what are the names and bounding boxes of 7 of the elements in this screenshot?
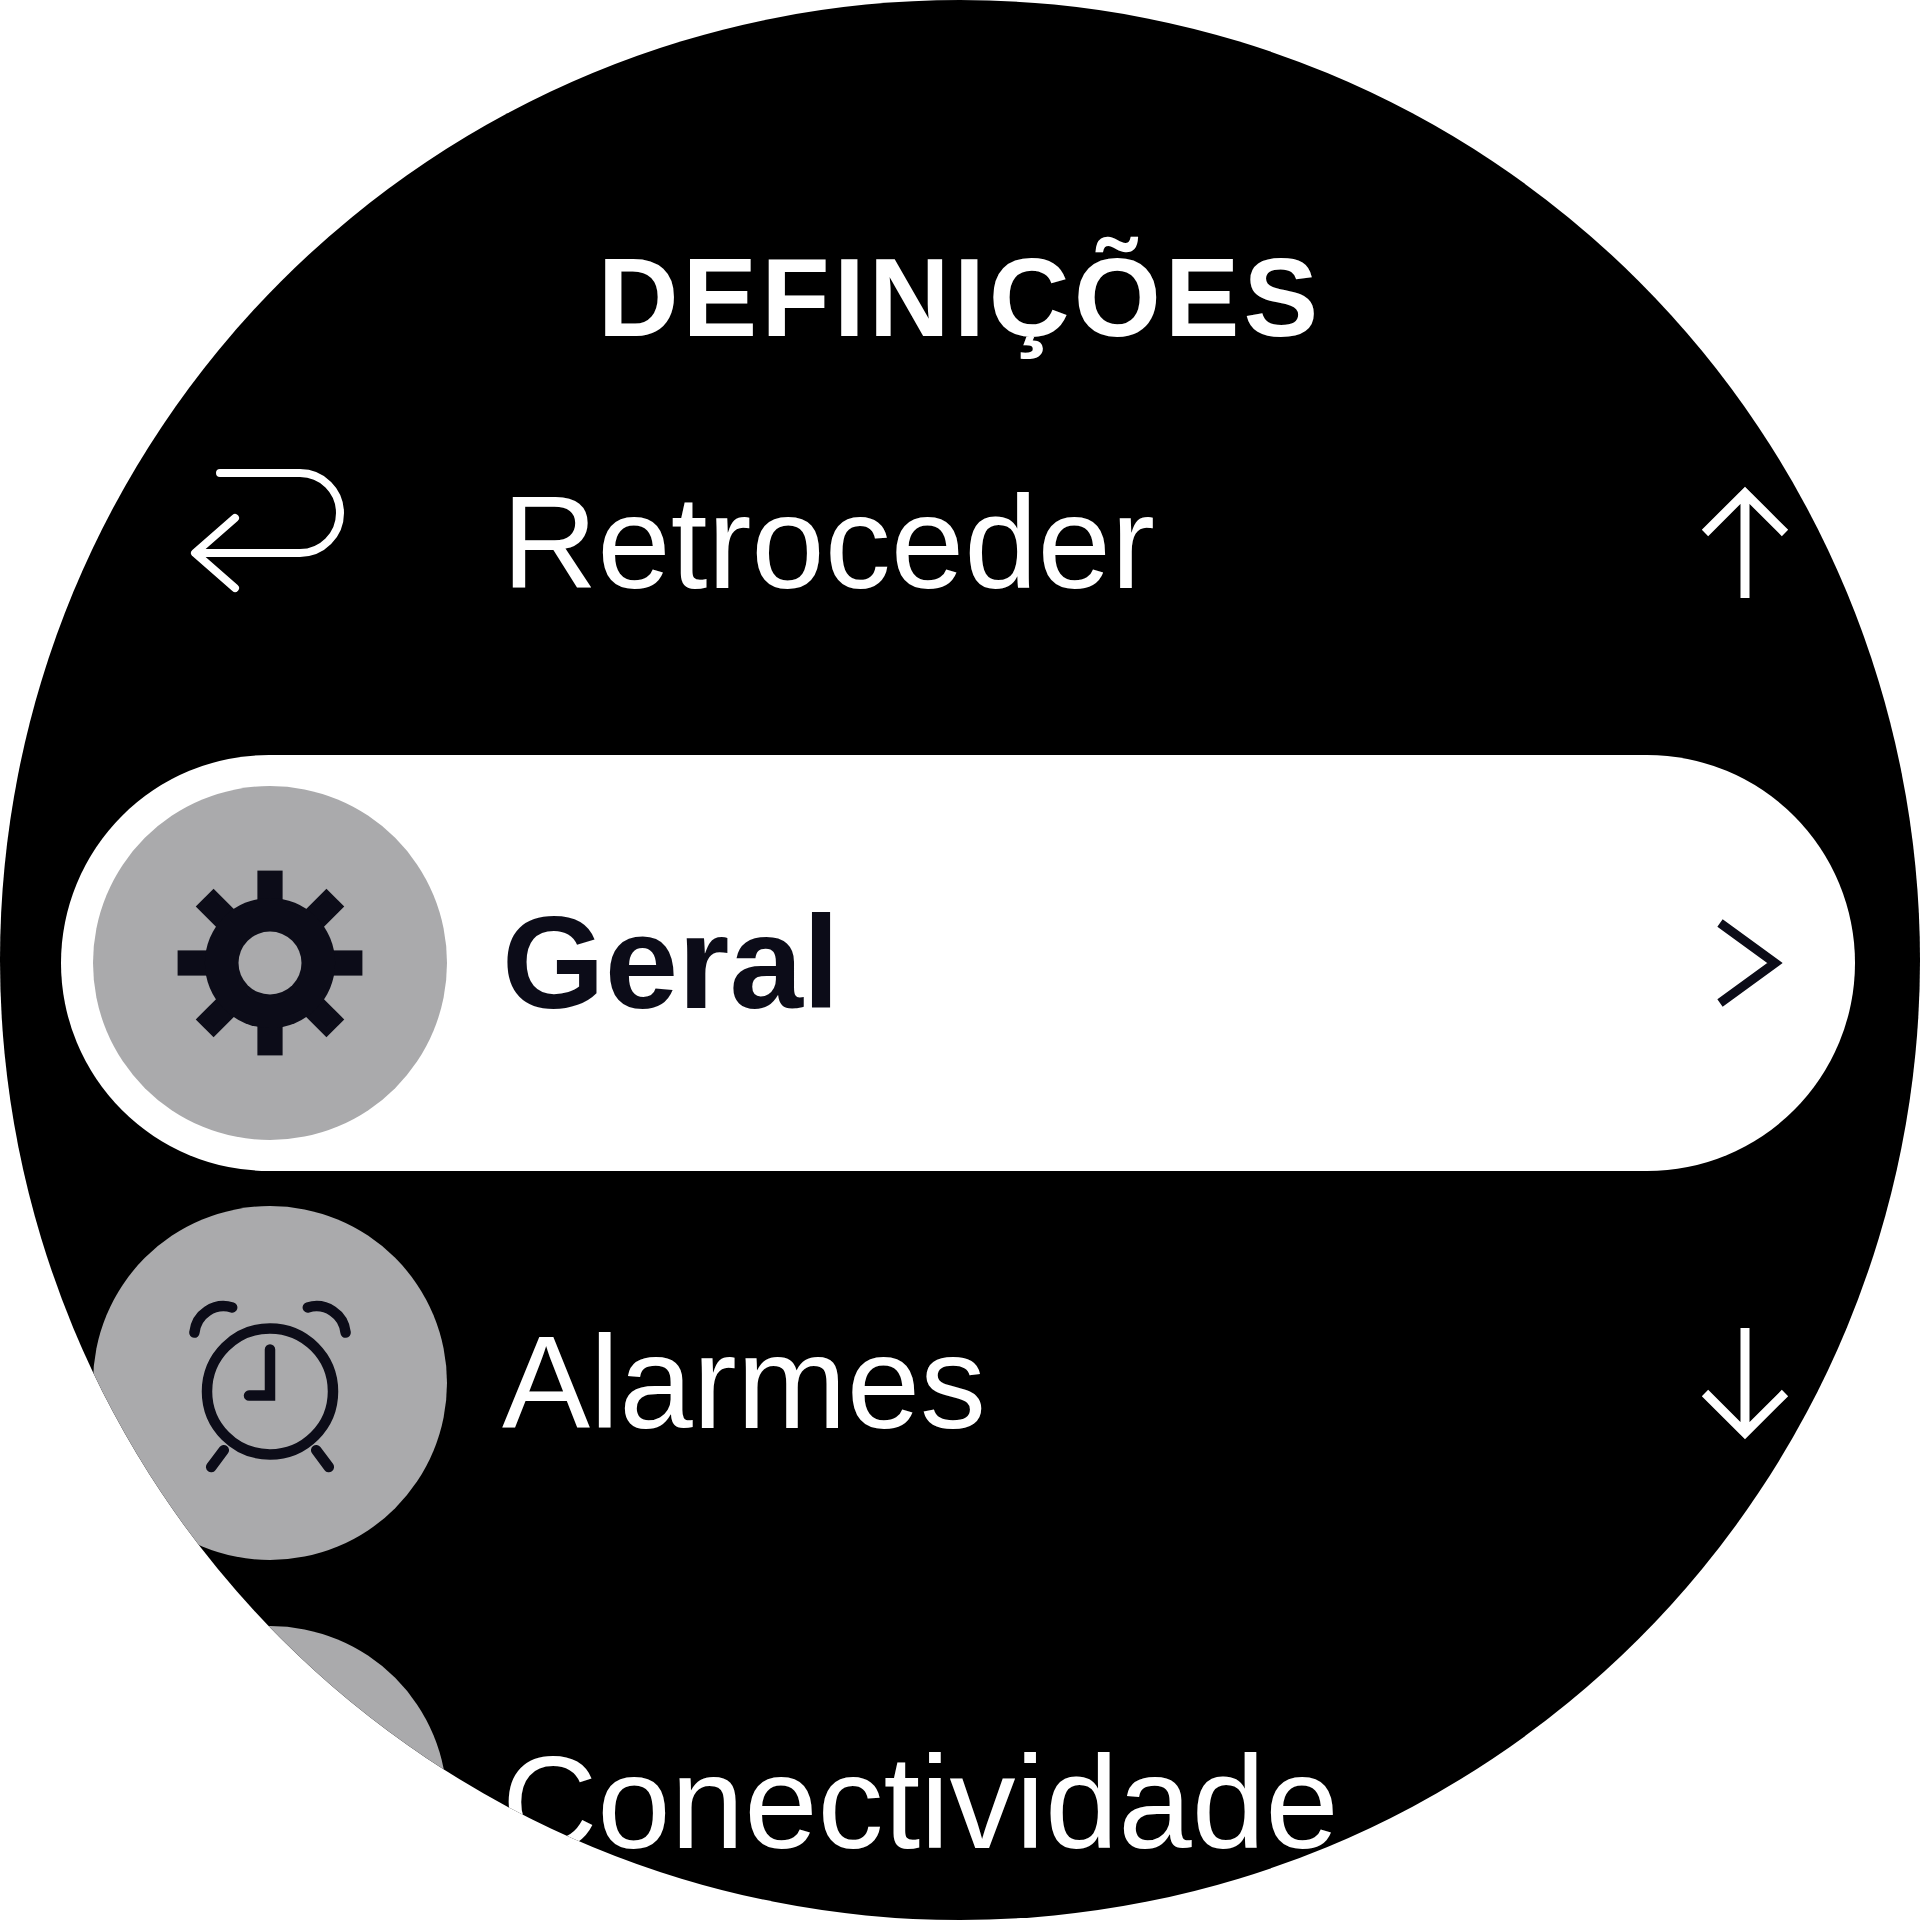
menu-label: Alarmes xyxy=(502,1308,988,1458)
menu-label: Retroceder xyxy=(502,468,1156,618)
menu-item[interactable]: Alarmes xyxy=(61,1175,1855,1591)
menu-item[interactable]: Conectividade xyxy=(61,1595,1855,1920)
menu-label: Conectividade xyxy=(502,1728,1340,1878)
selected-menu-item[interactable]: Geral xyxy=(61,755,1855,1171)
menu-label: Geral xyxy=(502,888,841,1038)
